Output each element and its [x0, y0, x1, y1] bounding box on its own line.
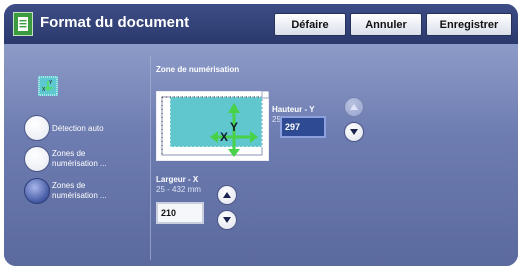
- scan-areas-radio-2[interactable]: [24, 178, 50, 204]
- width-range: 25 - 432 mm: [156, 185, 201, 194]
- height-label: Hauteur - Y: [272, 105, 315, 114]
- x-marker: X: [220, 130, 228, 144]
- page-title: Format du document: [40, 14, 190, 31]
- cancel-button[interactable]: Annuler: [350, 13, 422, 36]
- save-button[interactable]: Enregistrer: [426, 13, 512, 36]
- auto-detect-radio[interactable]: [24, 115, 50, 141]
- scan-areas-radio-1[interactable]: [24, 146, 50, 172]
- arrow-down-icon: [350, 129, 358, 135]
- auto-detect-label: Détection auto: [52, 124, 104, 133]
- document-format-icon: [13, 12, 33, 36]
- height-increase-button[interactable]: [344, 97, 364, 117]
- content-panel: X Y Détection auto Zones de numérisation…: [4, 44, 518, 266]
- height-decrease-button[interactable]: [344, 122, 364, 142]
- arrow-up-icon: [223, 192, 231, 198]
- y-marker: Y: [230, 120, 238, 134]
- title-bar: Format du document Défaire Annuler Enreg…: [4, 4, 518, 44]
- width-input[interactable]: 210: [156, 202, 204, 224]
- scan-area-preview: X Y: [156, 91, 269, 161]
- arrow-down-icon: [223, 217, 231, 223]
- document-format-window: Format du document Défaire Annuler Enreg…: [4, 4, 518, 266]
- scan-areas-label-2: Zones de numérisation ...: [52, 181, 107, 200]
- height-input[interactable]: 297: [280, 116, 326, 138]
- width-increase-button[interactable]: [217, 185, 237, 205]
- scan-areas-label-1: Zones de numérisation ...: [52, 149, 107, 168]
- scan-area-icon: X Y: [38, 76, 58, 96]
- undo-button[interactable]: Défaire: [274, 13, 346, 36]
- width-decrease-button[interactable]: [217, 210, 237, 230]
- divider: [150, 56, 151, 260]
- arrow-up-icon: [350, 104, 358, 110]
- width-label: Largeur - X: [156, 175, 199, 184]
- scan-area-title: Zone de numérisation: [156, 65, 240, 74]
